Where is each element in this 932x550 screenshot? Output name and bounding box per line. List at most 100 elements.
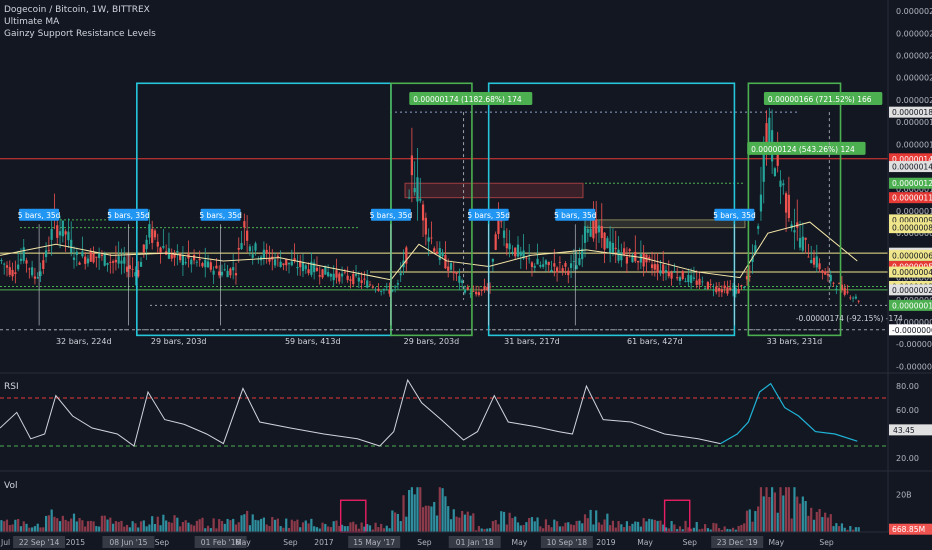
volume-bar [472, 513, 475, 532]
candle-body [575, 265, 578, 270]
volume-bar [561, 526, 564, 532]
candle-body [737, 289, 740, 294]
candle [340, 266, 344, 284]
candle-body [463, 290, 467, 293]
candle [240, 230, 243, 250]
candle [564, 260, 567, 276]
candle-body [162, 245, 165, 248]
candle-body [695, 280, 698, 285]
candle [307, 262, 310, 276]
candle-body [72, 257, 76, 260]
candle [424, 212, 427, 246]
volume-bar [553, 519, 556, 532]
candle-body [195, 261, 198, 263]
volume-bar [106, 519, 109, 532]
candle [667, 260, 670, 279]
volume-bar [530, 517, 534, 532]
volume-bar [248, 525, 252, 532]
volume-bar [70, 518, 73, 532]
candle-body [145, 239, 148, 250]
volume-bar [748, 509, 751, 532]
candle [441, 249, 444, 259]
volume-bar [461, 510, 464, 532]
volume-bar [447, 506, 450, 532]
candle [483, 278, 486, 294]
indicator-ultimate-ma[interactable]: Ultimate MA [4, 16, 156, 28]
volume-bar [712, 522, 715, 532]
candle-body [676, 277, 679, 279]
volume-bar [731, 527, 735, 532]
volume-bar [421, 507, 425, 532]
candle-body [514, 247, 517, 257]
candle [251, 245, 254, 265]
candle [301, 253, 305, 278]
volume-bar [44, 515, 48, 532]
volume-bar [743, 523, 746, 532]
candle [209, 258, 212, 273]
price-axis[interactable]: 0.00000280 0.00000260 0.00000240 0.00000220… [0, 0, 932, 535]
candle [259, 255, 263, 266]
volume-bar [98, 526, 101, 532]
volume-pane[interactable] [0, 487, 860, 533]
candle-body [109, 261, 112, 263]
volume-bar [703, 524, 707, 532]
candle [394, 284, 397, 293]
candle-body [458, 275, 461, 283]
volume-bar [449, 519, 453, 532]
price-tick: -0.00000020 [896, 340, 932, 349]
candle-body [58, 231, 62, 236]
candle-body [810, 260, 813, 264]
rsi-value-label: 43.45 [893, 426, 915, 435]
candle-body [229, 268, 232, 276]
volume-bar [28, 527, 31, 532]
candle [64, 229, 67, 252]
volume-bar [64, 519, 67, 532]
candle [195, 259, 198, 267]
candle [234, 262, 238, 285]
indicator-support-resistance[interactable]: Gainzy Support Resistance Levels [4, 28, 156, 40]
candle [338, 272, 341, 285]
volume-bar [285, 518, 288, 532]
candle [67, 218, 70, 248]
chart-canvas[interactable]: 32 bars, 224d 29 bars, 203d 59 bars, 413d 2… [0, 0, 932, 550]
candle [611, 228, 615, 257]
candle [56, 217, 59, 244]
volume-bar [555, 521, 559, 532]
candle-body [846, 291, 849, 293]
candle-body [123, 257, 126, 264]
candle-body [851, 297, 855, 299]
price-label: -0.00000007 [892, 326, 932, 335]
rsi-pane[interactable] [0, 378, 888, 447]
candle [790, 220, 793, 232]
candle-body [690, 275, 693, 283]
price-pane[interactable]: 32 bars, 224d 29 bars, 203d 59 bars, 413d 2… [0, 82, 903, 346]
volume-bar [656, 520, 659, 532]
price-tick: 0.00000160 [896, 140, 932, 149]
candle-body [662, 264, 665, 274]
volume-bar [61, 515, 64, 532]
volume-bar [402, 495, 405, 532]
price-tick: 0.00000280 [896, 7, 932, 16]
candle-body [209, 262, 212, 270]
candle-body [821, 270, 824, 273]
candle-body [561, 268, 564, 272]
candle-body [371, 286, 374, 288]
time-tick: Sep [417, 538, 431, 547]
volume-bar [324, 523, 327, 532]
candle-body [201, 263, 204, 267]
candle [690, 268, 693, 289]
volume-bar [801, 496, 804, 532]
volume-bar [75, 521, 78, 532]
volume-bar [218, 519, 221, 532]
volume-bar [505, 524, 508, 532]
candle-body [22, 247, 25, 261]
candle-body [583, 226, 587, 243]
candle [737, 283, 740, 294]
time-tick: Sep [283, 538, 297, 547]
volume-bar [290, 519, 293, 532]
candle-body [131, 268, 134, 270]
candle-body [703, 288, 707, 290]
time-axis[interactable]: Jul 22 Sep '14 2015 08 Jun '15 Sep 01 Feb '16… [0, 536, 834, 548]
volume-bar [377, 527, 380, 532]
volume-bar [42, 527, 45, 532]
